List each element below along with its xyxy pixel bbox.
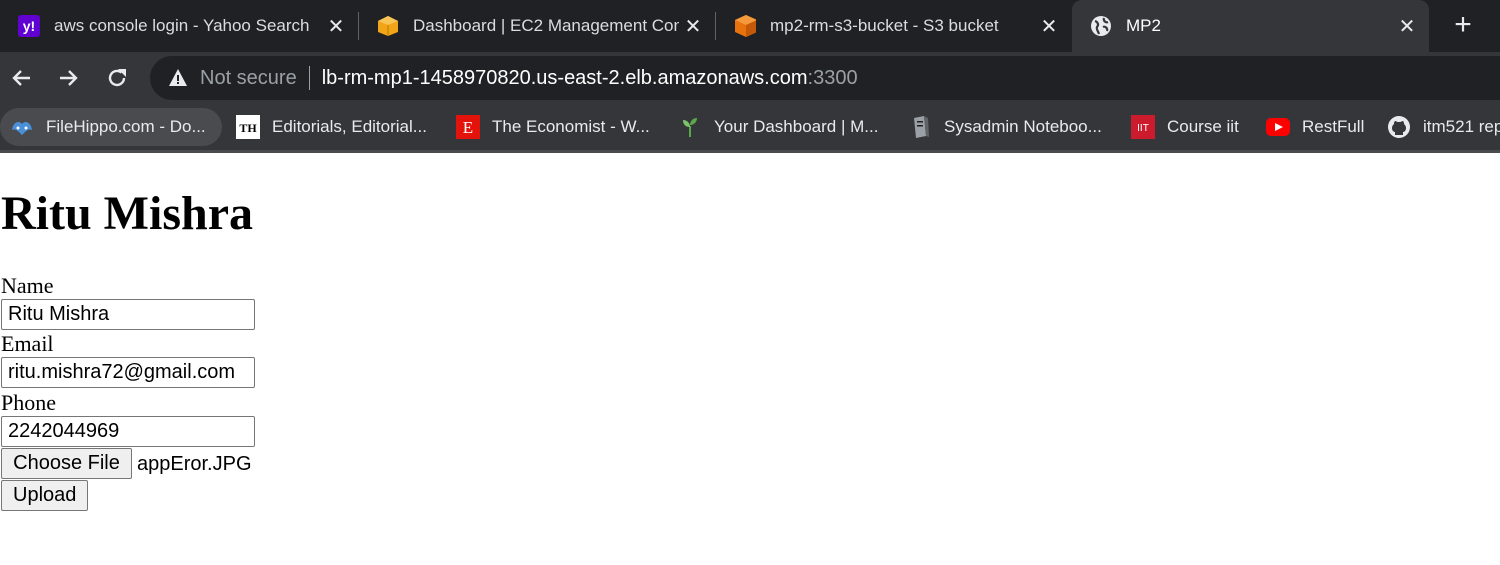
reload-button[interactable] bbox=[101, 62, 133, 94]
bookmark-label: RestFull bbox=[1302, 117, 1365, 136]
github-icon bbox=[1387, 115, 1411, 139]
page-heading: Ritu Mishra bbox=[1, 187, 253, 240]
name-label: Name bbox=[1, 273, 54, 298]
bookmark-dashboard[interactable]: Your Dashboard | M... bbox=[668, 108, 888, 146]
tab-ec2-dashboard[interactable]: Dashboard | EC2 Management Console ✕ bbox=[359, 0, 715, 52]
close-tab-icon[interactable]: ✕ bbox=[322, 14, 350, 39]
warning-icon bbox=[169, 69, 187, 86]
bookmark-filehippo[interactable]: FileHippo.com - Do... bbox=[0, 108, 222, 146]
url-host: lb-rm-mp1-1458970820.us-east-2.elb.amazo… bbox=[321, 66, 808, 89]
tab-mp2[interactable]: MP2 ✕ bbox=[1072, 0, 1429, 52]
arrow-right-icon bbox=[60, 70, 78, 86]
address-bar[interactable]: Not secure lb-rm-mp1-1458970820.us-east-… bbox=[150, 56, 1500, 100]
bookmark-label: itm521 rep bbox=[1423, 117, 1500, 136]
tab-title: aws console login - Yahoo Search bbox=[54, 16, 310, 35]
upload-button[interactable]: Upload bbox=[1, 480, 88, 511]
tab-yahoo-search[interactable]: y! aws console login - Yahoo Search ✕ bbox=[0, 0, 358, 52]
bookmark-label: Course iit bbox=[1167, 117, 1239, 136]
phone-input[interactable] bbox=[1, 416, 255, 447]
choose-file-button[interactable]: Choose File bbox=[1, 448, 132, 479]
bookmark-label: Editorials, Editorial... bbox=[272, 117, 427, 136]
forward-button[interactable] bbox=[52, 62, 84, 94]
economist-icon: E bbox=[456, 115, 480, 139]
close-tab-icon[interactable]: ✕ bbox=[1035, 14, 1063, 39]
aws-box-icon bbox=[377, 15, 399, 37]
close-tab-icon[interactable]: ✕ bbox=[679, 14, 707, 39]
bookmark-sysadmin[interactable]: Sysadmin Noteboo... bbox=[898, 108, 1112, 146]
svg-text:TH: TH bbox=[239, 121, 257, 135]
new-tab-button[interactable]: + bbox=[1445, 8, 1481, 44]
globe-icon bbox=[1090, 15, 1112, 37]
back-button[interactable] bbox=[6, 62, 38, 94]
s3-bucket-icon bbox=[734, 15, 756, 37]
bookmark-editorials[interactable]: TH Editorials, Editorial... bbox=[226, 108, 437, 146]
name-input[interactable] bbox=[1, 299, 255, 330]
yahoo-icon: y! bbox=[18, 15, 40, 37]
tab-title: Dashboard | EC2 Management Console bbox=[413, 16, 679, 35]
tab-s3-bucket[interactable]: mp2-rm-s3-bucket - S3 bucket ✕ bbox=[716, 0, 1071, 52]
bookmark-course-iit[interactable]: IIT Course iit bbox=[1121, 108, 1249, 146]
browser-toolbar: Not secure lb-rm-mp1-1458970820.us-east-… bbox=[0, 52, 1500, 104]
selected-file-name: appEror.JPG bbox=[137, 453, 252, 475]
phone-label: Phone bbox=[1, 390, 56, 415]
svg-text:y!: y! bbox=[23, 18, 35, 34]
bookmark-economist[interactable]: E The Economist - W... bbox=[446, 108, 660, 146]
email-input[interactable] bbox=[1, 357, 255, 388]
plant-icon bbox=[678, 115, 702, 139]
youtube-icon bbox=[1266, 115, 1290, 139]
close-tab-icon[interactable]: ✕ bbox=[1393, 14, 1421, 39]
server-icon bbox=[908, 115, 932, 139]
bookmark-label: The Economist - W... bbox=[492, 117, 650, 136]
tab-strip: y! aws console login - Yahoo Search ✕ Da… bbox=[0, 0, 1500, 52]
email-label: Email bbox=[1, 331, 54, 356]
bookmarks-bar: FileHippo.com - Do... TH Editorials, Edi… bbox=[0, 104, 1500, 153]
th-icon: TH bbox=[236, 115, 260, 139]
page-content: Ritu Mishra Name Email Phone Choose File… bbox=[0, 153, 1500, 565]
svg-text:E: E bbox=[463, 118, 473, 137]
bookmark-label: FileHippo.com - Do... bbox=[46, 117, 206, 136]
bookmark-restfull[interactable]: RestFull bbox=[1256, 108, 1374, 146]
url-port: :3300 bbox=[807, 66, 858, 89]
bookmark-label: Sysadmin Noteboo... bbox=[944, 117, 1102, 136]
bookmark-label: Your Dashboard | M... bbox=[714, 117, 879, 136]
tab-title: MP2 bbox=[1126, 16, 1161, 35]
tab-title: mp2-rm-s3-bucket - S3 bucket bbox=[770, 16, 999, 35]
svg-text:IIT: IIT bbox=[1137, 123, 1149, 134]
iit-icon: IIT bbox=[1131, 115, 1155, 139]
not-secure-label[interactable]: Not secure bbox=[200, 67, 297, 90]
bookmark-itm521[interactable]: itm521 rep bbox=[1377, 108, 1500, 146]
address-divider bbox=[308, 66, 310, 90]
filehippo-icon bbox=[10, 115, 34, 139]
reload-icon bbox=[108, 69, 126, 87]
arrow-left-icon bbox=[12, 70, 30, 86]
